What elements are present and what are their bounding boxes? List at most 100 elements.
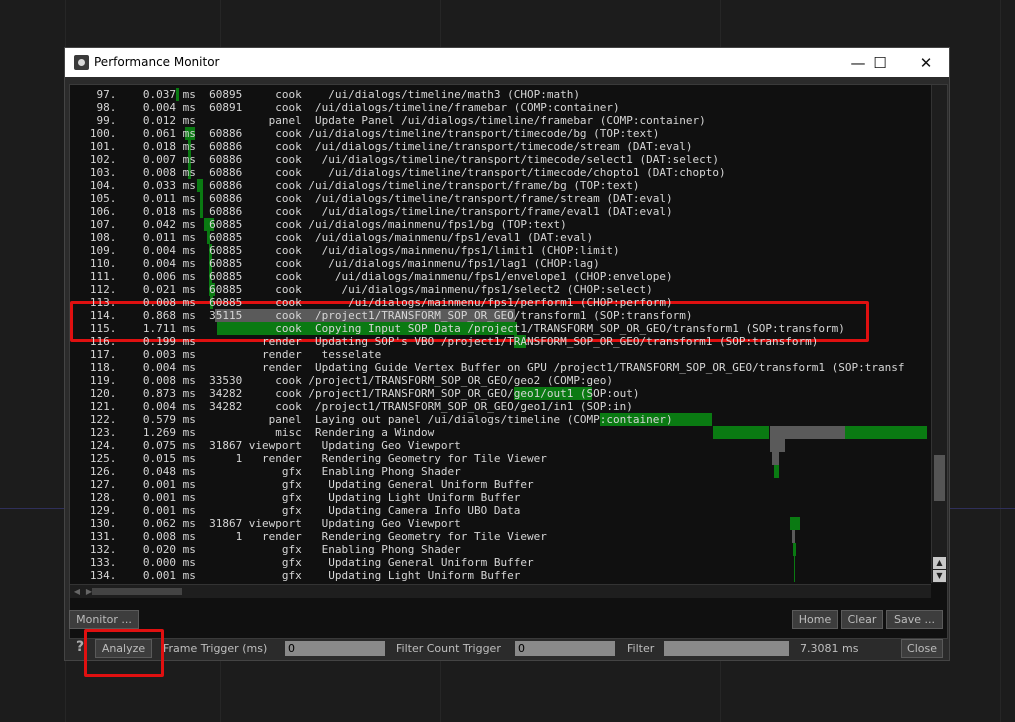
frame-trigger-input[interactable]: 0	[285, 641, 385, 656]
maximize-button[interactable]: ☐	[857, 48, 903, 77]
log-row-text: 129. 0.001 ms gfx Updating Camera Info U…	[70, 504, 521, 517]
log-row[interactable]: 130. 0.062 ms 31867 viewport Updating Ge…	[70, 517, 930, 530]
log-row[interactable]: 100. 0.061 ms 60886 cook /ui/dialogs/tim…	[70, 127, 930, 140]
scroll-up-icon[interactable]: ▲	[933, 557, 946, 569]
filter-label: Filter	[627, 642, 655, 655]
vertical-scroll-thumb[interactable]	[934, 455, 945, 501]
log-row[interactable]: 109. 0.004 ms 60885 cook /ui/dialogs/mai…	[70, 244, 930, 257]
monitor-button[interactable]: Monitor ...	[69, 610, 139, 629]
log-row[interactable]: 133. 0.000 ms gfx Updating General Unifo…	[70, 556, 930, 569]
timing-bar	[792, 530, 795, 543]
log-row-text: 110. 0.004 ms 60885 cook /ui/dialogs/mai…	[70, 257, 600, 270]
log-row[interactable]: 103. 0.008 ms 60886 cook /ui/dialogs/tim…	[70, 166, 930, 179]
log-row[interactable]: 117. 0.003 ms render tesselate	[70, 348, 930, 361]
log-row[interactable]: 119. 0.008 ms 33530 cook /project1/TRANS…	[70, 374, 930, 387]
log-row-text: 132. 0.020 ms gfx Enabling Phong Shader	[70, 543, 461, 556]
log-row[interactable]: 97. 0.037 ms 60895 cook /ui/dialogs/time…	[70, 88, 930, 101]
performance-monitor-window: Performance Monitor — ☐ ✕ 97. 0.037 ms 6…	[65, 48, 949, 660]
log-row[interactable]: 125. 0.015 ms 1 render Rendering Geometr…	[70, 452, 930, 465]
log-row-text: 107. 0.042 ms 60885 cook /ui/dialogs/mai…	[70, 218, 567, 231]
filter-count-trigger-input[interactable]: 0	[515, 641, 615, 656]
window-title: Performance Monitor	[94, 55, 220, 69]
timing-bar	[770, 426, 845, 439]
log-row[interactable]: 107. 0.042 ms 60885 cook /ui/dialogs/mai…	[70, 218, 930, 231]
save-button[interactable]: Save ...	[886, 610, 943, 629]
log-row-text: 121. 0.004 ms 34282 cook /project1/TRANS…	[70, 400, 633, 413]
log-row-text: 115. 1.711 ms cook Copying Input SOP Dat…	[70, 322, 845, 335]
log-row[interactable]: 123. 1.269 ms misc Rendering a Window	[70, 426, 930, 439]
vertical-scrollbar[interactable]: ▲ ▼	[931, 85, 947, 583]
log-row-text: 112. 0.021 ms 60885 cook /ui/dialogs/mai…	[70, 283, 653, 296]
performance-log-panel[interactable]: 97. 0.037 ms 60895 cook /ui/dialogs/time…	[69, 84, 948, 639]
log-row-text: 116. 0.199 ms render Updating SOP's VBO …	[70, 335, 819, 348]
log-row-text: 128. 0.001 ms gfx Updating Light Uniform…	[70, 491, 521, 504]
log-row-text: 113. 0.008 ms 60885 cook /ui/dialogs/mai…	[70, 296, 673, 309]
log-row[interactable]: 98. 0.004 ms 60891 cook /ui/dialogs/time…	[70, 101, 930, 114]
close-window-button[interactable]: ✕	[903, 48, 949, 77]
log-row-text: 130. 0.062 ms 31867 viewport Updating Ge…	[70, 517, 461, 530]
log-row[interactable]: 110. 0.004 ms 60885 cook /ui/dialogs/mai…	[70, 257, 930, 270]
log-row-text: 102. 0.007 ms 60886 cook /ui/dialogs/tim…	[70, 153, 720, 166]
log-row[interactable]: 122. 0.579 ms panel Laying out panel /ui…	[70, 413, 930, 426]
timing-bar	[794, 556, 795, 569]
log-row[interactable]: 134. 0.001 ms gfx Updating Light Uniform…	[70, 569, 930, 582]
log-row-text: 117. 0.003 ms render tesselate	[70, 348, 382, 361]
scroll-right-icon[interactable]: ▶	[84, 586, 94, 597]
scroll-down-icon[interactable]: ▼	[933, 570, 946, 582]
log-row[interactable]: 112. 0.021 ms 60885 cook /ui/dialogs/mai…	[70, 283, 930, 296]
horizontal-scrollbar[interactable]: ◀ ▶	[70, 584, 931, 598]
log-row[interactable]: 101. 0.018 ms 60886 cook /ui/dialogs/tim…	[70, 140, 930, 153]
log-row[interactable]: 120. 0.873 ms 34282 cook /project1/TRANS…	[70, 387, 930, 400]
log-row[interactable]: 132. 0.020 ms gfx Enabling Phong Shader	[70, 543, 930, 556]
log-row[interactable]: 108. 0.011 ms 60885 cook /ui/dialogs/mai…	[70, 231, 930, 244]
log-row-text: 109. 0.004 ms 60885 cook /ui/dialogs/mai…	[70, 244, 620, 257]
close-button[interactable]: Close	[901, 639, 943, 658]
log-row-text: 99. 0.012 ms panel Update Panel /ui/dial…	[70, 114, 706, 127]
touchdesigner-app-icon	[74, 55, 89, 70]
log-row-text: 97. 0.037 ms 60895 cook /ui/dialogs/time…	[70, 88, 580, 101]
highlight-box-analyze	[84, 629, 164, 677]
log-row[interactable]: 131. 0.008 ms 1 render Rendering Geometr…	[70, 530, 930, 543]
log-row[interactable]: 129. 0.001 ms gfx Updating Camera Info U…	[70, 504, 930, 517]
log-row-text: 124. 0.075 ms 31867 viewport Updating Ge…	[70, 439, 461, 452]
help-icon[interactable]: ?	[76, 639, 84, 655]
home-button[interactable]: Home	[792, 610, 838, 629]
filter-input[interactable]	[664, 641, 789, 656]
log-row[interactable]: 121. 0.004 ms 34282 cook /project1/TRANS…	[70, 400, 930, 413]
log-row-text: 108. 0.011 ms 60885 cook /ui/dialogs/mai…	[70, 231, 594, 244]
timing-bar	[794, 569, 795, 582]
log-row[interactable]: 105. 0.011 ms 60886 cook /ui/dialogs/tim…	[70, 192, 930, 205]
log-row-text: 98. 0.004 ms 60891 cook /ui/dialogs/time…	[70, 101, 620, 114]
scroll-left-icon[interactable]: ◀	[72, 586, 82, 597]
log-row-text: 103. 0.008 ms 60886 cook /ui/dialogs/tim…	[70, 166, 726, 179]
log-row-text: 123. 1.269 ms misc Rendering a Window	[70, 426, 435, 439]
timing-bar	[793, 543, 796, 556]
log-row[interactable]: 118. 0.004 ms render Updating Guide Vert…	[70, 361, 930, 374]
log-row[interactable]: 126. 0.048 ms gfx Enabling Phong Shader	[70, 465, 930, 478]
log-row[interactable]: 106. 0.018 ms 60886 cook /ui/dialogs/tim…	[70, 205, 930, 218]
log-row-text: 106. 0.018 ms 60886 cook /ui/dialogs/tim…	[70, 205, 673, 218]
log-row-text: 105. 0.011 ms 60886 cook /ui/dialogs/tim…	[70, 192, 673, 205]
timing-bar	[774, 465, 779, 478]
log-row[interactable]: 124. 0.075 ms 31867 viewport Updating Ge…	[70, 439, 930, 452]
log-row-text: 131. 0.008 ms 1 render Rendering Geometr…	[70, 530, 547, 543]
log-row-text: 100. 0.061 ms 60886 cook /ui/dialogs/tim…	[70, 127, 660, 140]
log-row[interactable]: 99. 0.012 ms panel Update Panel /ui/dial…	[70, 114, 930, 127]
log-row[interactable]: 111. 0.006 ms 60885 cook /ui/dialogs/mai…	[70, 270, 930, 283]
log-row-text: 119. 0.008 ms 33530 cook /project1/TRANS…	[70, 374, 614, 387]
total-time-readout: 7.3081 ms	[800, 642, 859, 655]
log-list[interactable]: 97. 0.037 ms 60895 cook /ui/dialogs/time…	[70, 85, 930, 583]
clear-button[interactable]: Clear	[841, 610, 883, 629]
log-row[interactable]: 128. 0.001 ms gfx Updating Light Uniform…	[70, 491, 930, 504]
title-bar: Performance Monitor — ☐ ✕	[65, 48, 949, 77]
log-row[interactable]: 104. 0.033 ms 60886 cook /ui/dialogs/tim…	[70, 179, 930, 192]
log-row-text: 104. 0.033 ms 60886 cook /ui/dialogs/tim…	[70, 179, 640, 192]
log-row-text: 127. 0.001 ms gfx Updating General Unifo…	[70, 478, 534, 491]
log-row-text: 111. 0.006 ms 60885 cook /ui/dialogs/mai…	[70, 270, 673, 283]
log-row[interactable]: 102. 0.007 ms 60886 cook /ui/dialogs/tim…	[70, 153, 930, 166]
frame-trigger-label: Frame Trigger (ms)	[163, 642, 268, 655]
log-row[interactable]: 116. 0.199 ms render Updating SOP's VBO …	[70, 335, 930, 348]
horizontal-scroll-thumb[interactable]	[92, 588, 182, 595]
log-row[interactable]: 127. 0.001 ms gfx Updating General Unifo…	[70, 478, 930, 491]
log-row[interactable]: 115. 1.711 ms cook Copying Input SOP Dat…	[70, 322, 930, 335]
